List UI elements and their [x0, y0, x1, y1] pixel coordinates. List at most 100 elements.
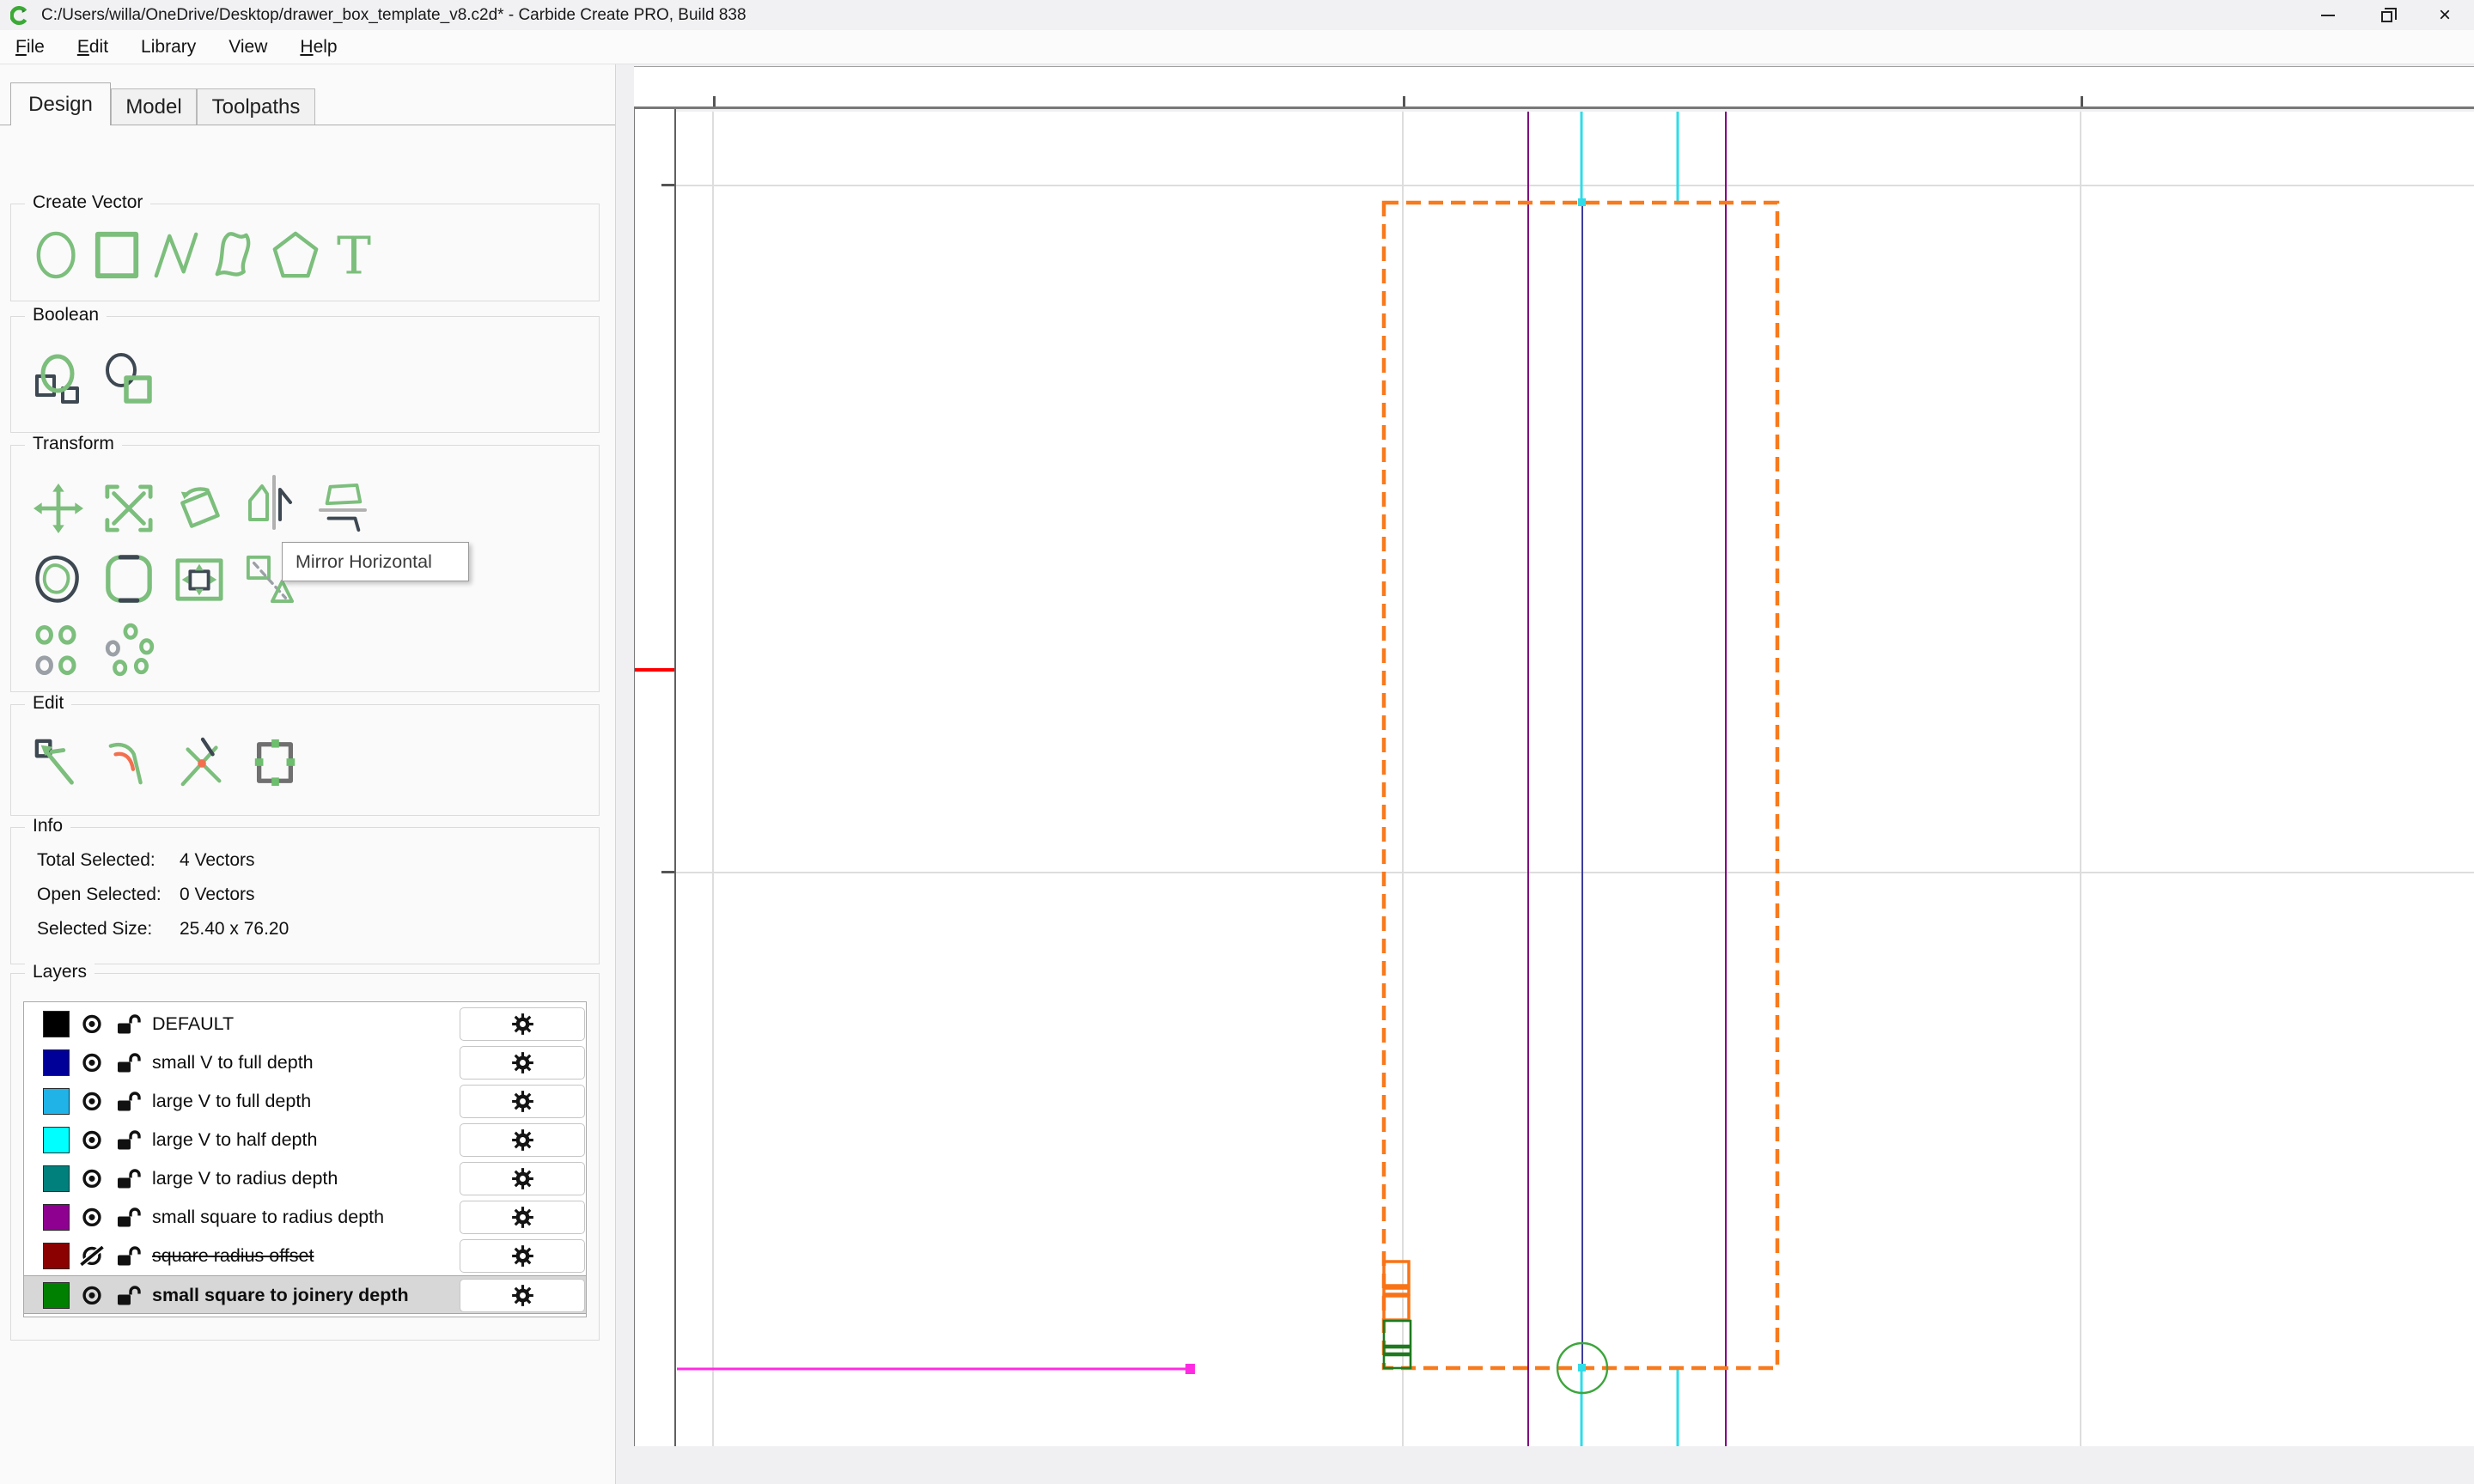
- layer-name[interactable]: square radius offset: [152, 1237, 314, 1275]
- layer-row[interactable]: small square to joinery depth: [24, 1275, 586, 1314]
- layer-settings-button[interactable]: [460, 1201, 585, 1234]
- menu-item-view[interactable]: View: [216, 37, 279, 58]
- resize-icon[interactable]: [250, 737, 300, 788]
- menu-bar: File Edit Library View Help: [0, 30, 2474, 64]
- horizontal-ruler[interactable]: [634, 66, 2474, 109]
- layer-name[interactable]: large V to half depth: [152, 1121, 317, 1159]
- mirror-horizontal-icon[interactable]: [245, 475, 296, 540]
- trim-vector-icon[interactable]: [178, 737, 228, 788]
- layers-section: Layers DEFAULT small V to full depth large…: [10, 962, 600, 1341]
- restore-icon[interactable]: [2357, 0, 2416, 30]
- layer-color-swatch[interactable]: [43, 1282, 70, 1309]
- layer-color-swatch[interactable]: [43, 1204, 70, 1231]
- unlock-icon[interactable]: [115, 1013, 141, 1035]
- layer-row[interactable]: DEFAULT: [24, 1005, 586, 1043]
- menu-item-library[interactable]: Library: [129, 37, 208, 58]
- layer-color-swatch[interactable]: [43, 1165, 70, 1192]
- section-title: Transform: [25, 434, 122, 454]
- canvas-drawing: [676, 112, 2474, 1446]
- layer-row[interactable]: square radius offset: [24, 1237, 586, 1275]
- rectangle-icon[interactable]: [93, 229, 143, 281]
- title-bar: C:/Users/willa/OneDrive/Desktop/drawer_b…: [0, 0, 2474, 30]
- visibility-eye-icon[interactable]: [79, 1053, 105, 1073]
- unlock-icon[interactable]: [115, 1245, 141, 1267]
- layer-row[interactable]: small V to full depth: [24, 1043, 586, 1082]
- tab-toolpaths[interactable]: Toolpaths: [197, 88, 315, 125]
- circular-array-icon[interactable]: [102, 623, 155, 677]
- move-icon[interactable]: [34, 483, 83, 534]
- tooltip: Mirror Horizontal: [282, 542, 469, 581]
- text-icon[interactable]: T: [330, 226, 380, 286]
- layer-name[interactable]: small square to joinery depth: [152, 1276, 409, 1315]
- scale-icon[interactable]: [104, 483, 154, 534]
- layer-color-swatch[interactable]: [43, 1011, 70, 1037]
- unlock-icon[interactable]: [115, 1207, 141, 1228]
- info-row: Selected Size: 25.40 x 76.20: [11, 919, 599, 953]
- visibility-eye-icon[interactable]: [79, 1207, 105, 1228]
- layer-color-swatch[interactable]: [43, 1127, 70, 1153]
- tab-model[interactable]: Model: [111, 88, 197, 125]
- inset-icon[interactable]: [174, 553, 224, 605]
- visibility-eye-icon[interactable]: [79, 1092, 105, 1112]
- unlock-icon[interactable]: [115, 1285, 141, 1306]
- vertical-ruler[interactable]: [634, 66, 676, 1446]
- layer-color-swatch[interactable]: [43, 1088, 70, 1115]
- layer-settings-button[interactable]: [460, 1239, 585, 1273]
- visibility-eye-icon[interactable]: [79, 1130, 105, 1151]
- layer-settings-button[interactable]: [460, 1007, 585, 1041]
- linear-array-icon[interactable]: [34, 623, 78, 677]
- layer-row[interactable]: large V to radius depth: [24, 1159, 586, 1198]
- curve-icon[interactable]: [211, 229, 261, 281]
- edit-section: Edit: [10, 693, 600, 816]
- construction-line[interactable]: [677, 1364, 1195, 1374]
- gear-icon: [511, 1051, 534, 1074]
- polyline-icon[interactable]: [152, 229, 202, 281]
- layer-settings-button[interactable]: [460, 1162, 585, 1195]
- fillet-icon[interactable]: [106, 737, 155, 788]
- layer-color-swatch[interactable]: [43, 1049, 70, 1076]
- visibility-eye-icon[interactable]: [79, 1014, 105, 1035]
- layer-name[interactable]: small square to radius depth: [152, 1198, 384, 1237]
- canvas-area[interactable]: [616, 64, 2474, 1484]
- layer-settings-button[interactable]: [460, 1123, 585, 1157]
- design-canvas[interactable]: [676, 112, 2474, 1446]
- stock-boundary-rect[interactable]: [1381, 200, 1780, 1371]
- menu-item-help[interactable]: Help: [288, 37, 349, 58]
- layer-name[interactable]: small V to full depth: [152, 1043, 314, 1082]
- rotate-icon[interactable]: [174, 483, 224, 534]
- layer-name[interactable]: large V to radius depth: [152, 1159, 338, 1198]
- unlock-icon[interactable]: [115, 1052, 141, 1073]
- minimize-icon[interactable]: [2299, 0, 2357, 30]
- mirror-vertical-icon[interactable]: [317, 483, 367, 534]
- layer-settings-button[interactable]: [460, 1085, 585, 1118]
- round-corners-icon[interactable]: [104, 553, 154, 605]
- layer-row[interactable]: small square to radius depth: [24, 1198, 586, 1237]
- svg-text:T: T: [337, 226, 371, 286]
- visibility-eye-icon[interactable]: [79, 1286, 105, 1306]
- boolean-subtract-icon[interactable]: [102, 353, 155, 405]
- layer-color-swatch[interactable]: [43, 1243, 70, 1269]
- unlock-icon[interactable]: [115, 1129, 141, 1151]
- circle-icon[interactable]: [34, 229, 83, 281]
- layer-row[interactable]: large V to half depth: [24, 1121, 586, 1159]
- pocket-rects[interactable]: [1382, 1260, 1411, 1322]
- unlock-icon[interactable]: [115, 1168, 141, 1189]
- layer-row[interactable]: large V to full depth: [24, 1082, 586, 1121]
- offset-icon[interactable]: [34, 553, 83, 605]
- menu-item-file[interactable]: File: [3, 37, 57, 58]
- info-value: 0 Vectors: [180, 885, 255, 904]
- visibility-eye-icon[interactable]: [79, 1169, 105, 1189]
- layer-name[interactable]: large V to full depth: [152, 1082, 311, 1121]
- visibility-eye-off-icon[interactable]: [79, 1244, 105, 1268]
- boolean-union-icon[interactable]: [34, 354, 87, 405]
- node-edit-icon[interactable]: [34, 737, 83, 788]
- polygon-icon[interactable]: [271, 229, 320, 281]
- close-icon[interactable]: ×: [2416, 0, 2474, 30]
- layer-settings-button[interactable]: [460, 1279, 585, 1312]
- tab-design[interactable]: Design: [10, 82, 111, 125]
- unlock-icon[interactable]: [115, 1091, 141, 1112]
- layer-name[interactable]: DEFAULT: [152, 1005, 234, 1043]
- joinery-rects[interactable]: [1382, 1319, 1412, 1370]
- layer-settings-button[interactable]: [460, 1046, 585, 1080]
- menu-item-edit[interactable]: Edit: [65, 37, 120, 58]
